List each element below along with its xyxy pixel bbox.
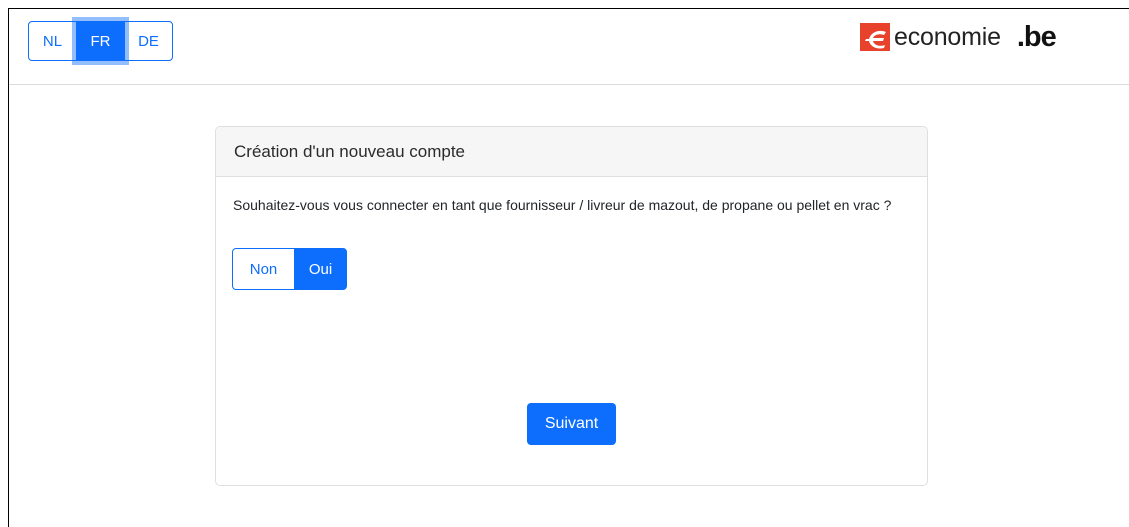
logo-be-domain: .be [1016,20,1057,53]
economie-logo[interactable]: economie .be [860,20,1057,53]
logo-wordmark: economie [894,22,1001,51]
language-button-nl[interactable]: NL [28,21,77,61]
no-option-button[interactable]: Non [232,248,295,290]
supplier-question: Souhaitez-vous vous connecter en tant qu… [233,197,892,213]
economie-logo-icon [860,23,890,51]
language-switcher: NL FR DE [28,21,173,61]
yes-no-toggle: Non Oui [232,248,347,290]
page-frame: NL FR DE economie .be Création d'un nouv… [8,8,1129,527]
language-button-fr[interactable]: FR [76,21,125,61]
next-button[interactable]: Suivant [527,403,616,445]
site-header: NL FR DE economie .be [9,9,1129,85]
card-title: Création d'un nouveau compte [216,127,927,177]
language-button-de[interactable]: DE [124,21,173,61]
account-creation-card: Création d'un nouveau compte Souhaitez-v… [215,126,928,486]
yes-option-button[interactable]: Oui [294,248,347,290]
